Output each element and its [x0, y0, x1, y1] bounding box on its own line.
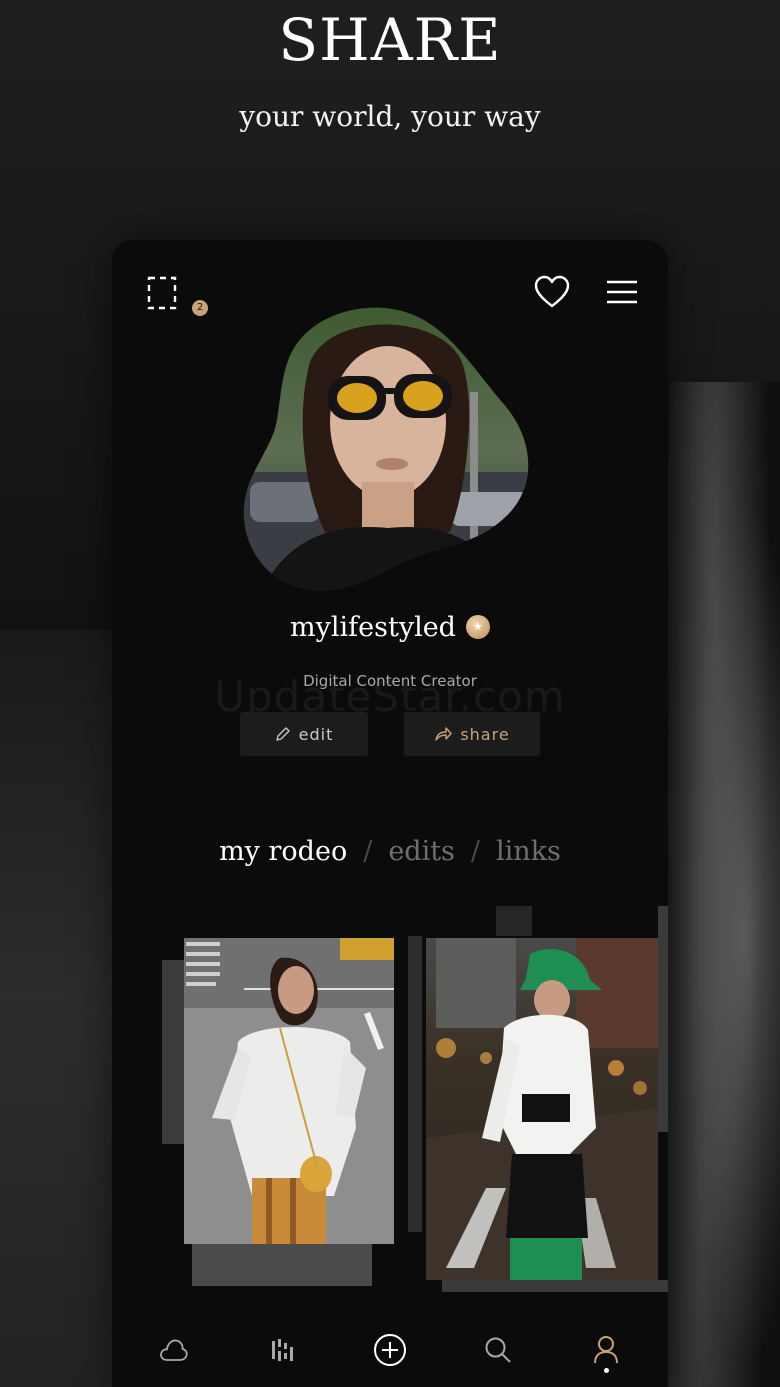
edit-profile-button[interactable]: edit [240, 712, 368, 756]
profile-tabs: my rodeo / edits / links [112, 836, 668, 867]
gallery-shadow-top-right [496, 906, 532, 936]
edit-label: edit [298, 724, 334, 744]
menu-icon [607, 280, 637, 304]
gallery-shadow-bottom-right [442, 1280, 668, 1292]
nav-stats[interactable] [252, 1320, 312, 1380]
add-icon [374, 1334, 406, 1366]
stories-button[interactable]: 2 [136, 270, 208, 316]
profile-avatar[interactable] [240, 302, 544, 598]
active-nav-indicator [604, 1368, 609, 1373]
profile-role: Digital Content Creator [303, 672, 477, 690]
notification-badge: 2 [192, 300, 208, 316]
tab-separator: / [363, 836, 373, 867]
verified-badge-icon [465, 614, 490, 639]
bottom-navigation [112, 1320, 668, 1380]
pencil-icon [275, 727, 290, 741]
gallery-shadow-mid [408, 936, 422, 1232]
right-marble-backdrop [668, 382, 780, 1387]
profile-icon [594, 1336, 618, 1364]
gallery-photo-white-jacket[interactable] [184, 938, 394, 1244]
tab-edits[interactable]: edits [388, 836, 455, 867]
hero-subtitle: your world, your way [239, 100, 541, 133]
stats-icon [272, 1339, 293, 1361]
search-icon [485, 1337, 511, 1363]
username-text: mylifestyled [290, 612, 456, 643]
gallery-photo-green-hat[interactable] [426, 938, 658, 1280]
profile-username: mylifestyled [112, 612, 668, 643]
gallery-shadow-bottom [192, 1244, 372, 1286]
left-backdrop [0, 630, 112, 1387]
tab-my-rodeo[interactable]: my rodeo [219, 836, 347, 867]
cloud-icon [160, 1339, 188, 1361]
gallery-shadow-right [658, 906, 668, 1132]
hero-title: SHARE [278, 6, 502, 74]
dashed-square-icon [147, 276, 177, 310]
share-label: share [460, 724, 510, 744]
nav-home[interactable] [144, 1320, 204, 1380]
phone-screen: 2 mylifestyled★ UpdateStar.com Digital C… [112, 240, 668, 1387]
share-profile-button[interactable]: share [404, 712, 540, 756]
tab-separator: / [470, 836, 481, 867]
share-arrow-icon [435, 727, 453, 741]
nav-add[interactable] [360, 1320, 420, 1380]
tab-links[interactable]: links [496, 836, 561, 867]
gallery-shadow-left [162, 960, 186, 1144]
nav-search[interactable] [468, 1320, 528, 1380]
menu-button[interactable] [600, 272, 644, 312]
